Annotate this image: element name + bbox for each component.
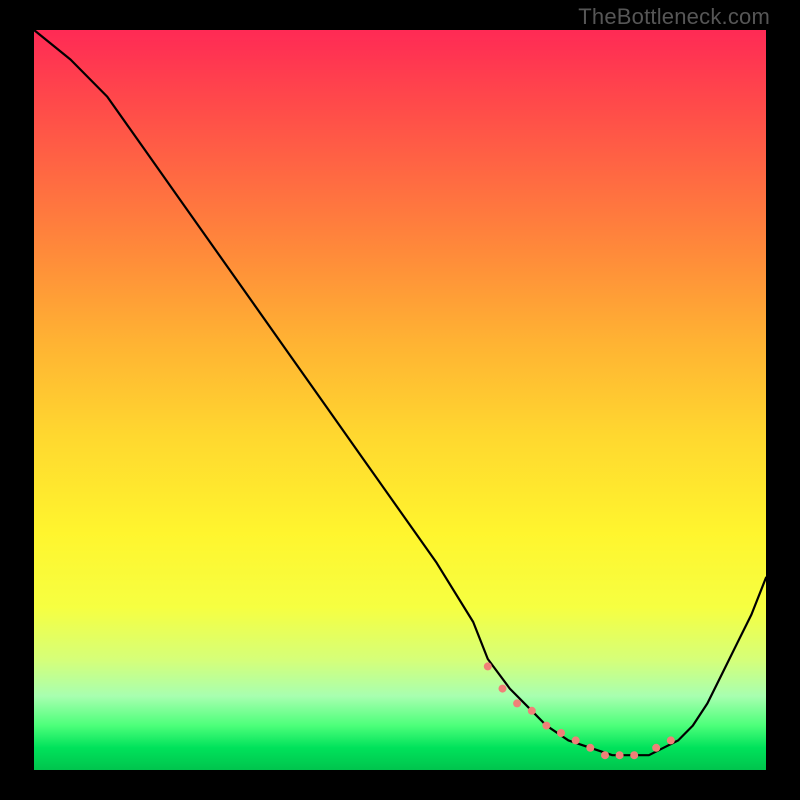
highlight-dot <box>630 751 638 759</box>
bottleneck-curve <box>34 30 766 755</box>
highlight-dot <box>499 685 507 693</box>
plot-area <box>34 30 766 770</box>
watermark-text: TheBottleneck.com <box>578 4 770 30</box>
highlight-dot <box>601 751 609 759</box>
highlight-dot <box>667 736 675 744</box>
chart-stage: TheBottleneck.com <box>0 0 800 800</box>
highlight-dot <box>528 707 536 715</box>
highlight-dot <box>513 699 521 707</box>
highlight-dot <box>586 744 594 752</box>
highlight-dot <box>542 722 550 730</box>
highlight-dot <box>616 751 624 759</box>
highlight-dot <box>484 662 492 670</box>
highlight-dot <box>652 744 660 752</box>
highlight-dot <box>557 729 565 737</box>
curve-svg <box>34 30 766 770</box>
highlight-dot <box>572 736 580 744</box>
